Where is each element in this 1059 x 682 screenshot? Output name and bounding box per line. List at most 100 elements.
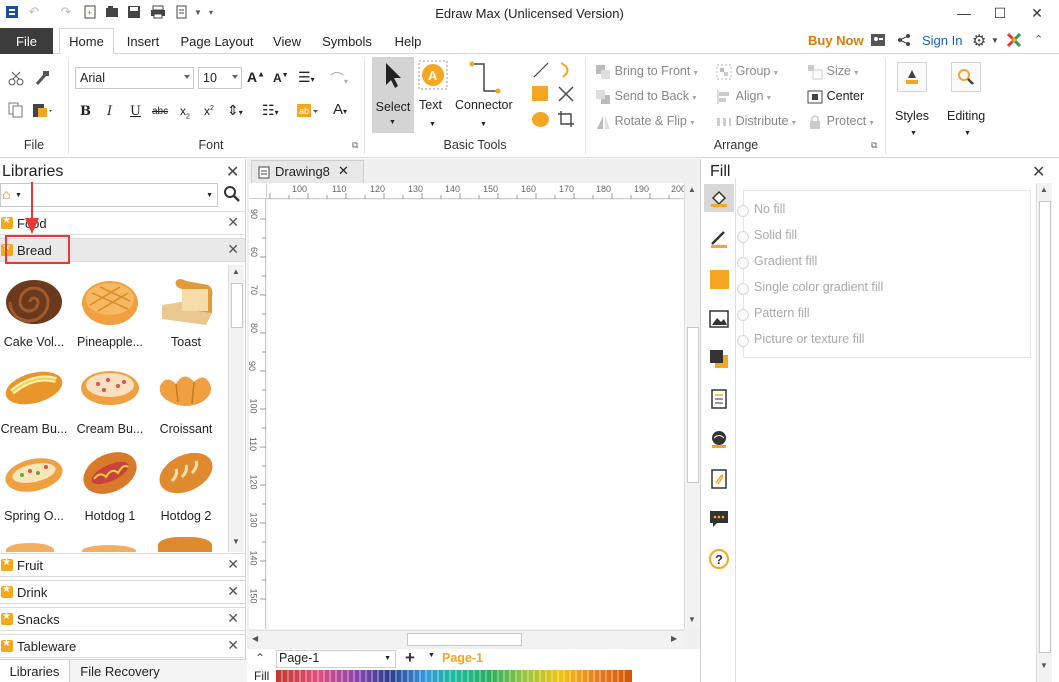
styles-button[interactable] bbox=[897, 62, 927, 92]
settings-dropdown-icon[interactable]: ▼ bbox=[991, 36, 999, 45]
buy-now-link[interactable]: Buy Now bbox=[808, 33, 864, 48]
center-button[interactable]: Center bbox=[807, 88, 864, 105]
paste-icon[interactable] bbox=[32, 102, 54, 121]
font-size-select[interactable]: 10 bbox=[198, 67, 242, 89]
document-tab[interactable]: Drawing8 ✕ bbox=[251, 160, 364, 183]
subscript-icon[interactable]: x2 bbox=[180, 104, 190, 120]
close-icon[interactable]: ✕ bbox=[227, 556, 239, 573]
close-icon[interactable]: ✕ bbox=[227, 610, 239, 627]
settings-gear-icon[interactable]: ⚙ bbox=[972, 31, 986, 51]
tab-symbols[interactable]: Symbols bbox=[316, 28, 378, 54]
export-icon[interactable] bbox=[174, 4, 190, 20]
fill-option-single-color-gradient[interactable]: Single color gradient fill bbox=[736, 280, 883, 295]
close-fill-panel-icon[interactable]: ✕ bbox=[1032, 162, 1045, 182]
line-tool-icon[interactable] bbox=[532, 61, 550, 82]
connector-label[interactable]: Connector bbox=[455, 98, 513, 112]
rotate-flip-button[interactable]: Rotate & Flip ▼ bbox=[595, 113, 696, 130]
copy-icon[interactable] bbox=[8, 102, 24, 121]
send-to-back-button[interactable]: Send to Back ▼ bbox=[595, 88, 698, 105]
connector-tool-icon[interactable] bbox=[468, 61, 502, 98]
shape-pineapple-bun[interactable]: Pineapple... bbox=[72, 273, 148, 360]
sign-in-link[interactable]: Sign In bbox=[922, 33, 962, 48]
libraries-bottom-tab[interactable]: Libraries bbox=[0, 659, 70, 682]
help-icon[interactable]: ? bbox=[707, 547, 731, 571]
close-tab-icon[interactable]: ✕ bbox=[338, 163, 349, 179]
editing-label[interactable]: Editing bbox=[947, 109, 985, 123]
minimize-button[interactable]: — bbox=[947, 0, 981, 26]
page-document-icon[interactable] bbox=[707, 387, 731, 411]
select-tool-button[interactable]: Select ▼ bbox=[372, 57, 414, 133]
fill-panel-scrollbar[interactable]: ▲ ▼ bbox=[1036, 183, 1052, 682]
collapse-ribbon-icon[interactable]: ⌃ bbox=[1034, 33, 1043, 46]
line-style-icon[interactable] bbox=[707, 227, 731, 251]
shape-croissant[interactable]: Croissant bbox=[148, 360, 224, 447]
group-button[interactable]: Group ▼ bbox=[716, 63, 779, 80]
fill-option-no-fill[interactable]: No fill bbox=[736, 202, 785, 217]
tab-view[interactable]: View bbox=[267, 28, 307, 54]
shape-cream-bun-1[interactable]: Cream Bu... bbox=[0, 360, 72, 447]
text-curve-icon[interactable]: ⌒▾ bbox=[330, 69, 348, 89]
arc-tool-icon[interactable] bbox=[557, 61, 575, 82]
fill-option-gradient-fill[interactable]: Gradient fill bbox=[736, 254, 817, 269]
shape-partial[interactable] bbox=[6, 543, 54, 552]
page-tab[interactable]: Page-1 bbox=[442, 651, 483, 665]
close-icon[interactable]: ✕ bbox=[227, 214, 239, 231]
tab-insert[interactable]: Insert bbox=[119, 28, 167, 54]
editing-button[interactable] bbox=[951, 62, 981, 92]
arrange-dialog-launcher-icon[interactable]: ⧉ bbox=[871, 140, 877, 151]
canvas-horizontal-scrollbar[interactable]: ◀ ▶ bbox=[249, 630, 684, 647]
scroll-right-icon[interactable]: ▶ bbox=[671, 634, 677, 643]
font-dialog-launcher-icon[interactable]: ⧉ bbox=[352, 140, 358, 151]
print-icon[interactable] bbox=[150, 4, 166, 20]
new-file-icon[interactable]: + bbox=[82, 4, 98, 20]
protect-button[interactable]: Protect ▼ bbox=[807, 113, 875, 130]
shape-hotdog-1[interactable]: Hotdog 1 bbox=[72, 447, 148, 534]
crop-tool-icon[interactable] bbox=[557, 110, 575, 131]
styles-label[interactable]: Styles bbox=[895, 109, 929, 123]
italic-icon[interactable]: I bbox=[107, 104, 112, 119]
file-tab[interactable]: File bbox=[0, 28, 53, 54]
format-painter-icon[interactable] bbox=[34, 70, 50, 89]
strikethrough-icon[interactable]: abc bbox=[152, 106, 168, 117]
line-spacing-icon[interactable]: ⇕▾ bbox=[227, 102, 243, 119]
canvas-vertical-scrollbar[interactable]: ▲ ▼ bbox=[684, 183, 700, 629]
scroll-thumb[interactable] bbox=[687, 327, 699, 483]
tab-home[interactable]: Home bbox=[59, 28, 114, 55]
close-libraries-icon[interactable]: ✕ bbox=[226, 162, 239, 182]
search-icon[interactable] bbox=[223, 185, 241, 206]
scroll-thumb[interactable] bbox=[231, 283, 243, 328]
open-file-icon[interactable] bbox=[104, 4, 120, 20]
library-category-snacks[interactable]: Snacks ✕ bbox=[0, 607, 245, 631]
redo-icon[interactable]: ↷ bbox=[58, 4, 74, 20]
bold-icon[interactable]: B bbox=[80, 104, 91, 119]
add-page-icon[interactable]: + bbox=[405, 648, 415, 668]
cross-tool-icon[interactable] bbox=[557, 85, 575, 106]
page-navigator-up-icon[interactable]: ⌃ bbox=[255, 651, 265, 665]
scroll-up-icon[interactable]: ▲ bbox=[232, 267, 240, 276]
page-select[interactable]: Page-1 ▼ bbox=[276, 650, 396, 668]
account-icon[interactable] bbox=[870, 33, 886, 50]
close-window-button[interactable]: ✕ bbox=[1020, 0, 1054, 26]
text-highlight-icon[interactable]: ab bbox=[297, 103, 319, 122]
undo-icon[interactable]: ↶ bbox=[26, 4, 42, 20]
underline-icon[interactable]: U bbox=[130, 104, 141, 119]
save-icon[interactable] bbox=[126, 4, 142, 20]
superscript-icon[interactable]: x2 bbox=[204, 104, 214, 118]
comment-icon[interactable] bbox=[707, 507, 731, 531]
shape-hotdog-2[interactable]: Hotdog 2 bbox=[148, 447, 224, 534]
font-name-select[interactable]: Arial bbox=[75, 67, 194, 89]
text-align-icon[interactable]: ☰▾ bbox=[298, 69, 315, 86]
maximize-button[interactable]: ☐ bbox=[983, 0, 1017, 26]
cut-icon[interactable] bbox=[8, 70, 24, 89]
ellipse-tool-icon[interactable] bbox=[532, 112, 549, 127]
scroll-left-icon[interactable]: ◀ bbox=[252, 634, 258, 643]
library-category-fruit[interactable]: Fruit ✕ bbox=[0, 553, 245, 577]
share-icon[interactable] bbox=[897, 33, 911, 50]
text-tool-button[interactable]: A bbox=[418, 60, 448, 93]
tab-help[interactable]: Help bbox=[386, 28, 430, 54]
scroll-thumb[interactable] bbox=[407, 633, 522, 646]
shape-cake-roll[interactable]: Cake Vol... bbox=[0, 273, 72, 360]
close-icon[interactable]: ✕ bbox=[227, 583, 239, 600]
customize-qa-icon[interactable]: ▾ bbox=[203, 4, 219, 20]
shadow-icon[interactable] bbox=[707, 347, 731, 371]
